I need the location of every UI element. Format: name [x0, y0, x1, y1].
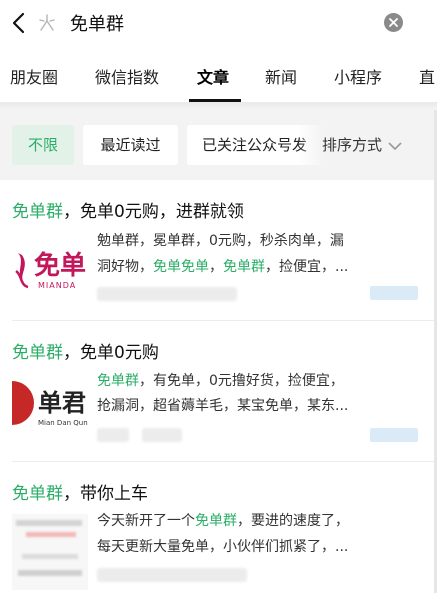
title-text: ，免单0元购 [63, 343, 159, 363]
result-title: 免单群，免单0元购，进群就领 [12, 197, 244, 222]
back-icon[interactable] [10, 12, 28, 34]
result-title: 免单群，带你上车 [12, 479, 148, 504]
source-meta-redacted [97, 568, 247, 582]
chevron-down-icon [388, 141, 402, 150]
meta-badge-redacted [370, 286, 418, 300]
filter-recently-read[interactable]: 最近读过 [83, 125, 178, 165]
tab-bar: 朋友圈 微信指数 文章 新闻 小程序 直 [0, 56, 437, 102]
thumb-text-blur [26, 532, 76, 537]
sort-fade [298, 125, 324, 165]
tab-moments[interactable]: 朋友圈 [10, 64, 58, 88]
snippet-line-2: 抢漏洞，超省薅羊毛，某宝免单，某东... [97, 398, 349, 414]
title-highlight: 免单群 [12, 343, 63, 363]
filter-unlimited[interactable]: 不限 [12, 125, 74, 165]
thumb-text-blur [22, 554, 78, 559]
thumb-text-blur [16, 520, 82, 526]
filter-bar: 不限 最近读过 已关注公众号发 排序方式 [0, 110, 437, 180]
source-meta-redacted [142, 428, 182, 442]
tab-mini-programs[interactable]: 小程序 [334, 64, 382, 88]
search-bar [0, 0, 437, 46]
clear-icon[interactable] [384, 13, 403, 32]
article-thumbnail [12, 514, 88, 590]
snippet-line-2: 每天更新大量免单，小伙伴们抓紧了，... [97, 539, 349, 555]
result-title: 免单群，免单0元购 [12, 338, 159, 363]
title-text: ，免单0元购，进群就领 [63, 202, 244, 222]
thumb-brand-sub: Mian Dan Qun [38, 419, 88, 427]
snippet-line-1: 今天新开了一个免单群，要进的速度了， [97, 513, 349, 529]
article-thumbnail: 单君 Mian Dan Qun [12, 373, 88, 449]
source-meta-redacted [97, 287, 237, 301]
article-thumbnail: 免单 MIANDA [12, 231, 88, 307]
tab-articles[interactable]: 文章 [197, 64, 229, 88]
thumb-red-block [12, 381, 34, 425]
thumb-brand-text: 单君 [38, 389, 86, 417]
thumb-text-blur [18, 570, 82, 576]
title-highlight: 免单群 [12, 484, 63, 504]
thumb-brand-sub: MIANDA [38, 281, 77, 290]
tabs-divider [0, 102, 437, 110]
snippet-line-1: 免单群，有免单，0元撸好货，捡便宜， [97, 373, 344, 389]
sort-label: 排序方式 [322, 136, 383, 154]
thumb-brand-text: 免单 [34, 251, 87, 281]
article-result-2[interactable]: 免单群，免单0元购 单君 Mian Dan Qun 免单群，有免单，0元撸好货，… [0, 321, 437, 461]
source-meta-redacted [97, 428, 129, 442]
tab-more[interactable]: 直 [419, 64, 435, 88]
title-text: ，带你上车 [63, 484, 148, 504]
tab-news[interactable]: 新闻 [265, 64, 297, 88]
search-input[interactable] [70, 8, 370, 38]
article-result-3[interactable]: 免单群，带你上车 今天新开了一个免单群，要进的速度了， 每天更新大量免单，小伙伴… [0, 462, 437, 593]
snippet-line-2: 洞好物，免单免单，免单群，捡便宜，... [97, 259, 349, 275]
article-result-1[interactable]: 免单群，免单0元购，进群就领 免单 MIANDA 勉单群，冕单群，0元购，秒杀肉… [0, 180, 437, 320]
search-icon [39, 14, 55, 31]
title-highlight: 免单群 [12, 202, 63, 222]
tab-wechat-index[interactable]: 微信指数 [95, 64, 159, 88]
sort-button[interactable]: 排序方式 [322, 125, 402, 165]
snippet-line-1: 勉单群，冕单群，0元购，秒杀肉单，漏 [97, 233, 344, 249]
meta-badge-redacted [370, 428, 418, 442]
